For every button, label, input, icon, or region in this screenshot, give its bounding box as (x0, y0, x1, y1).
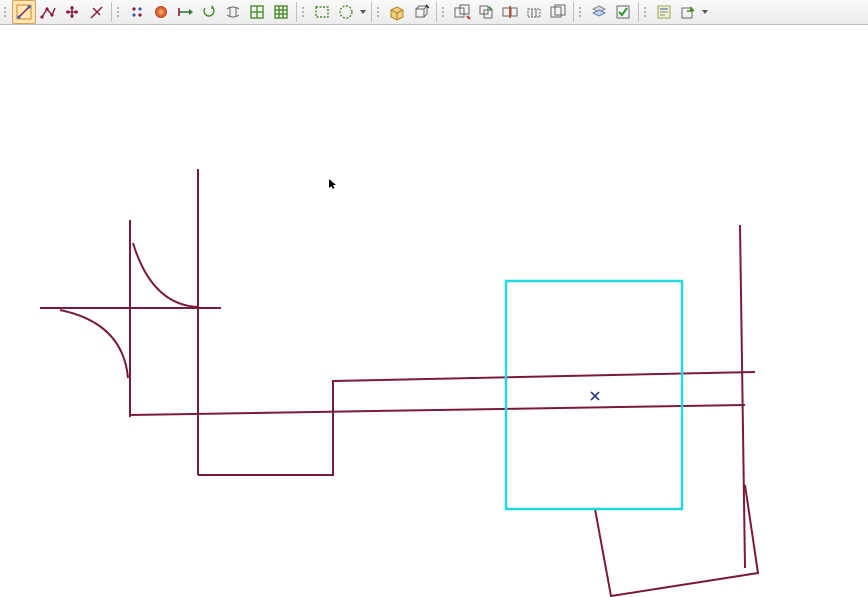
script-icon[interactable] (652, 0, 676, 24)
toolbar-grip (377, 2, 383, 22)
create-sphere-icon[interactable] (149, 0, 173, 24)
boolean-icon[interactable] (546, 0, 570, 24)
insert-axis-icon[interactable] (173, 0, 197, 24)
open-item-icon[interactable] (385, 0, 409, 24)
create-region-icon[interactable] (310, 0, 334, 24)
extrude-icon[interactable] (409, 0, 433, 24)
main-toolbar (0, 0, 868, 25)
export-icon[interactable] (676, 0, 700, 24)
sketch-path[interactable] (198, 372, 755, 475)
constrain-coincident-icon[interactable] (125, 0, 149, 24)
toolbar-separator (638, 2, 639, 22)
toolbar-grip (117, 2, 123, 22)
toolbar-dropdown-icon[interactable] (358, 1, 368, 23)
create-mesh-icon[interactable] (221, 0, 245, 24)
toolbar-grip (442, 2, 448, 22)
create-grid-icon[interactable] (245, 0, 269, 24)
harmonize-mesh-icon[interactable] (269, 0, 293, 24)
create-face-icon[interactable] (334, 0, 358, 24)
toolbar-separator (573, 2, 574, 22)
create-line-icon[interactable] (12, 0, 36, 24)
cut-region-icon[interactable] (522, 0, 546, 24)
toolbar-separator (436, 2, 437, 22)
toolbar-grip (302, 2, 308, 22)
toolbar-separator (111, 2, 112, 22)
sketch-path[interactable] (60, 310, 128, 378)
toolbar-grip (579, 2, 585, 22)
create-point-icon[interactable] (60, 0, 84, 24)
trim-icon[interactable] (450, 0, 474, 24)
toolbar-grip (644, 2, 650, 22)
layers-icon[interactable] (587, 0, 611, 24)
offset-icon[interactable] (474, 0, 498, 24)
validate-icon[interactable] (611, 0, 635, 24)
toolbar-separator (371, 2, 372, 22)
toolbar-separator (296, 2, 297, 22)
selection-center-marker-icon (591, 392, 599, 400)
toolbar-grip (4, 2, 10, 22)
sketch-path[interactable] (740, 225, 745, 568)
refresh-view-icon[interactable] (197, 0, 221, 24)
sketch-path[interactable] (595, 485, 758, 596)
sketch-path[interactable] (133, 243, 198, 307)
create-perpendicular-icon[interactable] (84, 0, 108, 24)
drawing-canvas[interactable] (0, 25, 868, 597)
toolbar-dropdown-icon[interactable] (700, 1, 710, 23)
create-polyline-icon[interactable] (36, 0, 60, 24)
sketch-path[interactable] (130, 405, 745, 415)
split-icon[interactable] (498, 0, 522, 24)
